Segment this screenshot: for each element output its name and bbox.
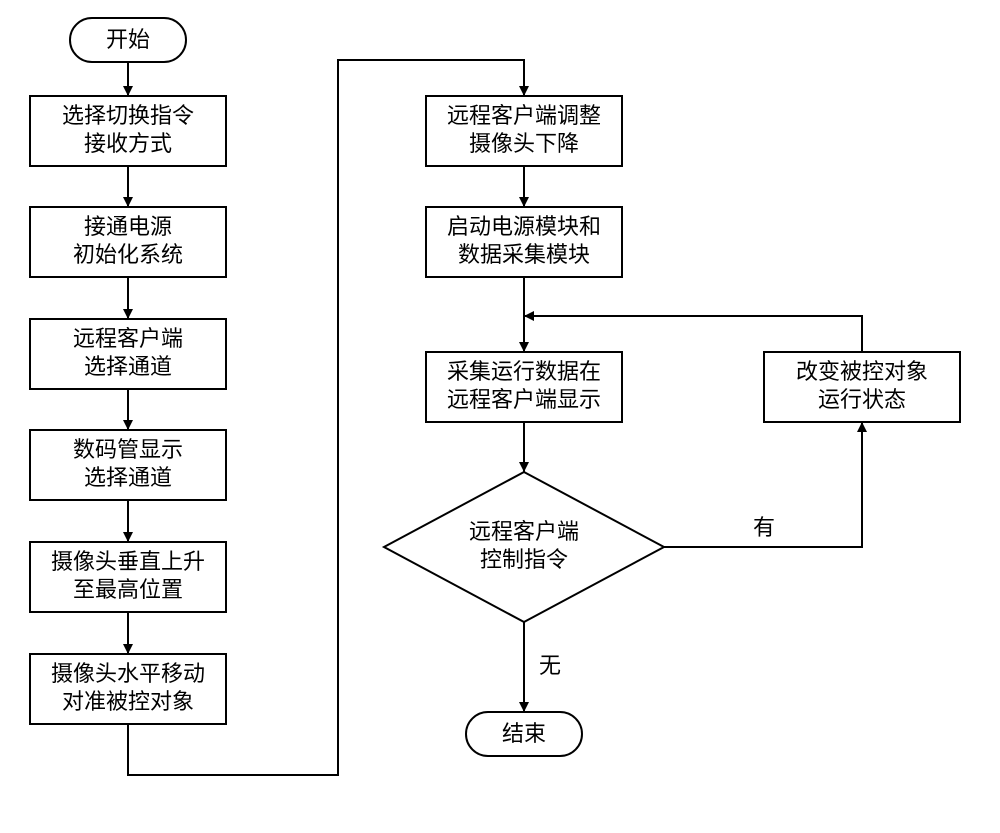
text-n1-l1: 选择切换指令: [62, 103, 194, 128]
text-n3-l2: 选择通道: [84, 354, 172, 379]
text-n6-l2: 对准被控对象: [62, 689, 194, 714]
text-d1-l2: 控制指令: [480, 547, 568, 572]
node-camera-horizontal: 摄像头水平移动 对准被控对象: [30, 654, 226, 724]
text-n5-l2: 至最高位置: [73, 577, 183, 602]
text-n8-l1: 启动电源模块和: [447, 214, 601, 239]
text-n8-l2: 数据采集模块: [458, 242, 590, 267]
label-yes: 有: [753, 515, 775, 540]
text-n7-l1: 远程客户端调整: [447, 103, 601, 128]
text-n1-l2: 接收方式: [84, 131, 172, 156]
text-n2-l2: 初始化系统: [73, 242, 183, 267]
text-n4-l1: 数码管显示: [73, 437, 183, 462]
arrow-n10-loop: [524, 316, 862, 352]
text-n9-l1: 采集运行数据在: [447, 359, 601, 384]
node-display-channel: 数码管显示 选择通道: [30, 430, 226, 500]
text-n10-l1: 改变被控对象: [796, 359, 928, 384]
node-end: 结束: [466, 712, 582, 756]
node-remote-channel: 远程客户端 选择通道: [30, 319, 226, 389]
text-n2-l1: 接通电源: [84, 214, 172, 239]
node-decision: 远程客户端 控制指令: [384, 472, 664, 622]
node-collect-display: 采集运行数据在 远程客户端显示: [426, 352, 622, 422]
text-n6-l1: 摄像头水平移动: [51, 661, 205, 686]
text-n9-l2: 远程客户端显示: [447, 387, 601, 412]
label-no: 无: [539, 653, 561, 678]
text-n7-l2: 摄像头下降: [469, 131, 579, 156]
node-camera-down: 远程客户端调整 摄像头下降: [426, 96, 622, 166]
text-n3-l1: 远程客户端: [73, 326, 183, 351]
node-start: 开始: [70, 18, 186, 62]
node-camera-up: 摄像头垂直上升 至最高位置: [30, 542, 226, 612]
text-n10-l2: 运行状态: [818, 387, 906, 412]
text-end: 结束: [502, 721, 546, 746]
text-d1-l1: 远程客户端: [469, 519, 579, 544]
text-start: 开始: [106, 27, 150, 52]
node-power-init: 接通电源 初始化系统: [30, 207, 226, 277]
text-n5-l1: 摄像头垂直上升: [51, 549, 205, 574]
node-change-state: 改变被控对象 运行状态: [764, 352, 960, 422]
node-start-modules: 启动电源模块和 数据采集模块: [426, 207, 622, 277]
node-select-switch: 选择切换指令 接收方式: [30, 96, 226, 166]
text-n4-l2: 选择通道: [84, 465, 172, 490]
flowchart-diagram: 开始 选择切换指令 接收方式 接通电源 初始化系统 远程客户端 选择通道 数码管…: [0, 0, 1000, 833]
